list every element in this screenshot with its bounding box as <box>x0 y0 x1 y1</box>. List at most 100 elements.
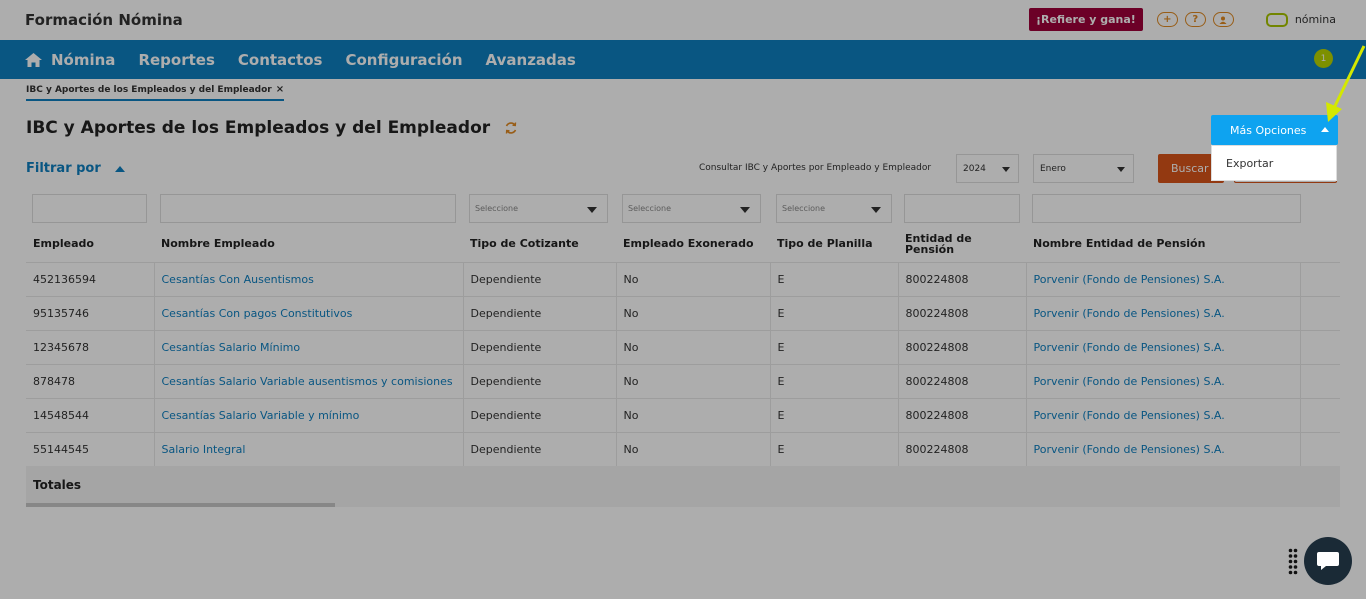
month-value: Enero <box>1040 163 1066 174</box>
col-header-exonerado[interactable]: Empleado Exonerado <box>616 226 770 262</box>
cell-exonerado: No <box>616 329 771 364</box>
year-value: 2024 <box>963 163 986 174</box>
cell-nombre[interactable]: Cesantías Con Ausentismos <box>154 261 464 296</box>
menu-item-exportar[interactable]: Exportar <box>1226 157 1273 170</box>
annotation-arrow-icon <box>1326 45 1366 122</box>
cell-tipo-cotizante: Dependiente <box>463 295 617 330</box>
table-row[interactable]: 55144545 Salario Integral Dependiente No E 80… <box>26 431 1340 466</box>
cell-nombre[interactable]: Cesantías Con pagos Constitutivos <box>154 295 464 330</box>
page-title-text: IBC y Aportes de los Empleados y del Emp… <box>26 118 491 138</box>
filter-toggle[interactable]: Filtrar por <box>26 161 125 176</box>
chevron-down-icon <box>1117 167 1125 172</box>
col-header-empleado[interactable]: Empleado <box>26 226 154 262</box>
column-filters: Seleccione Seleccione Seleccione <box>26 190 1340 226</box>
select-placeholder: Seleccione <box>475 204 519 213</box>
refresh-icon[interactable] <box>504 121 518 135</box>
cell-planilla: E <box>770 295 899 330</box>
cell-entidad: 800224808 <box>898 261 1027 296</box>
chat-button[interactable] <box>1304 537 1352 585</box>
cell-planilla: E <box>770 329 899 364</box>
more-options-menu: Exportar <box>1211 145 1337 181</box>
cell-nombre[interactable]: Salario Integral <box>154 431 464 466</box>
cell-entidad: 800224808 <box>898 329 1027 364</box>
logo-text: nómina <box>1294 13 1336 26</box>
cell-nombre-entidad[interactable]: Porvenir (Fondo de Pensiones) S.A. <box>1026 431 1301 466</box>
cell-planilla: E <box>770 363 899 398</box>
col-header-planilla[interactable]: Tipo de Planilla <box>770 226 898 262</box>
cell-empleado: 14548544 <box>26 397 155 432</box>
cell-exonerado: No <box>616 397 771 432</box>
filter-nombre-entidad-input[interactable] <box>1032 194 1301 223</box>
cell-exonerado: No <box>616 363 771 398</box>
chevron-down-icon <box>740 207 750 213</box>
nav-item-nomina[interactable]: Nómina <box>25 51 115 69</box>
cell-nombre[interactable]: Cesantías Salario Mínimo <box>154 329 464 364</box>
cell-exonerado: No <box>616 295 771 330</box>
nav-label: Nómina <box>51 50 116 69</box>
cell-nombre[interactable]: Cesantías Salario Variable y mínimo <box>154 397 464 432</box>
report-table: Seleccione Seleccione Seleccione Emplead… <box>26 190 1340 507</box>
cell-nombre-entidad[interactable]: Porvenir (Fondo de Pensiones) S.A. <box>1026 295 1301 330</box>
table-row[interactable]: 95135746 Cesantías Con pagos Constitutivo… <box>26 295 1340 330</box>
year-select[interactable]: 2024 <box>956 154 1019 183</box>
cell-nombre-entidad[interactable]: Porvenir (Fondo de Pensiones) S.A. <box>1026 397 1301 432</box>
main-nav: Nómina Reportes Contactos Configuración … <box>0 40 1366 79</box>
cell-extra <box>1300 431 1340 466</box>
select-placeholder: Seleccione <box>782 204 826 213</box>
cell-tipo-cotizante: Dependiente <box>463 329 617 364</box>
chevron-down-icon <box>871 207 881 213</box>
scrollbar-thumb[interactable] <box>26 503 335 507</box>
filter-exonerado-select[interactable]: Seleccione <box>622 194 761 223</box>
cell-extra <box>1300 295 1340 330</box>
horizontal-scrollbar[interactable] <box>26 503 1340 507</box>
help-icon[interactable]: ? <box>1184 12 1206 27</box>
refer-button[interactable]: ¡Refiere y gana! <box>1028 8 1143 31</box>
filter-empleado-input[interactable] <box>32 194 147 223</box>
header-actions: ¡Refiere y gana! + ? nómina <box>1028 8 1336 31</box>
cell-nombre-entidad[interactable]: Porvenir (Fondo de Pensiones) S.A. <box>1026 363 1301 398</box>
col-header-tipo-cotizante[interactable]: Tipo de Cotizante <box>463 226 616 262</box>
page-title: IBC y Aportes de los Empleados y del Emp… <box>26 118 518 138</box>
logo-icon <box>1265 12 1288 27</box>
cell-planilla: E <box>770 261 899 296</box>
month-select[interactable]: Enero <box>1033 154 1134 183</box>
totals-row: Totales <box>26 466 1340 503</box>
table-header-row: Empleado Nombre Empleado Tipo de Cotizan… <box>26 226 1340 262</box>
nav-item-contactos[interactable]: Contactos <box>238 51 323 69</box>
cell-entidad: 800224808 <box>898 363 1027 398</box>
table-row[interactable]: 452136594 Cesantías Con Ausentismos Depend… <box>26 261 1340 296</box>
select-placeholder: Seleccione <box>628 204 672 213</box>
totals-label: Totales <box>33 477 82 492</box>
cell-entidad: 800224808 <box>898 295 1027 330</box>
table-row[interactable]: 12345678 Cesantías Salario Mínimo Dependie… <box>26 329 1340 364</box>
filter-tipo-cotizante-select[interactable]: Seleccione <box>469 194 608 223</box>
cell-planilla: E <box>770 397 899 432</box>
col-header-nombre-entidad[interactable]: Nombre Entidad de Pensión <box>1026 226 1300 262</box>
cell-nombre-entidad[interactable]: Porvenir (Fondo de Pensiones) S.A. <box>1026 329 1301 364</box>
table-row[interactable]: 14548544 Cesantías Salario Variable y mín… <box>26 397 1340 432</box>
cell-extra <box>1300 329 1340 364</box>
col-header-entidad[interactable]: Entidad de Pensión <box>898 226 1026 262</box>
nav-item-reportes[interactable]: Reportes <box>138 51 214 69</box>
nav-item-avanzadas[interactable]: Avanzadas <box>486 51 576 69</box>
filter-entidad-input[interactable] <box>904 194 1020 223</box>
cell-exonerado: No <box>616 431 771 466</box>
chevron-down-icon <box>1002 167 1010 172</box>
cell-nombre[interactable]: Cesantías Salario Variable ausentismos y… <box>154 363 464 398</box>
table-row[interactable]: 878478 Cesantías Salario Variable ausenti… <box>26 363 1340 398</box>
cell-empleado: 878478 <box>26 363 155 398</box>
col-header-nombre[interactable]: Nombre Empleado <box>154 226 463 262</box>
filter-planilla-select[interactable]: Seleccione <box>776 194 892 223</box>
close-tab-icon[interactable]: × <box>276 84 284 95</box>
nomina-logo: nómina <box>1265 12 1336 27</box>
drag-handle-icon[interactable] <box>1288 548 1298 580</box>
cell-nombre-entidad[interactable]: Porvenir (Fondo de Pensiones) S.A. <box>1026 261 1301 296</box>
nav-item-configuracion[interactable]: Configuración <box>345 51 462 69</box>
cell-entidad: 800224808 <box>898 431 1027 466</box>
user-icon[interactable] <box>1212 12 1234 27</box>
filter-nombre-input[interactable] <box>160 194 456 223</box>
tab-ibc-aportes[interactable]: IBC y Aportes de los Empleados y del Emp… <box>26 84 285 101</box>
cell-empleado: 55144545 <box>26 431 155 466</box>
add-icon[interactable]: + <box>1156 12 1178 27</box>
chevron-down-icon <box>587 207 597 213</box>
